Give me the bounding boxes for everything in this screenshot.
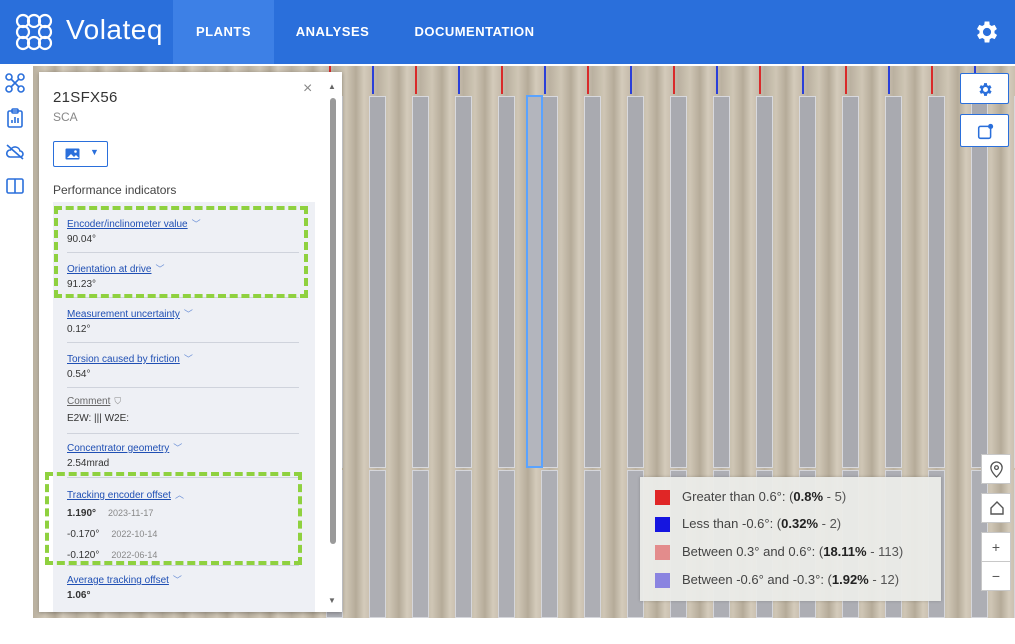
left-tool-bar (0, 64, 30, 644)
row-drive-marker (501, 66, 503, 94)
caret-down-icon: ▼ (90, 147, 99, 157)
indicator-average-tracking-offset: Average tracking offset ﹀ 1.06° (67, 573, 299, 609)
collector-row[interactable] (842, 96, 859, 468)
row-details-panel: 21SFX56 SCA × ▼ Performance indicators E… (39, 72, 342, 612)
tab-documentation[interactable]: DOCUMENTATION (402, 0, 547, 64)
zoom-out-button[interactable]: − (981, 561, 1011, 591)
collector-row[interactable] (412, 470, 429, 618)
clipboard-report-icon[interactable] (5, 108, 25, 128)
chevron-down-icon: ﹀ (183, 354, 193, 364)
collector-row[interactable] (928, 96, 945, 468)
legend-swatch (655, 490, 670, 505)
location-pin-button[interactable] (981, 454, 1011, 484)
row-drive-marker (587, 66, 589, 94)
collector-row[interactable] (799, 96, 816, 468)
top-navigation-bar: Volateq PLANTS ANALYSES DOCUMENTATION (0, 0, 1015, 64)
collector-row[interactable] (412, 96, 429, 468)
row-drive-marker (673, 66, 675, 94)
gear-icon (979, 83, 992, 96)
indicator-value: 0.12° (67, 324, 91, 335)
drone-icon[interactable] (5, 73, 25, 93)
scroll-down-arrow-icon[interactable]: ▼ (328, 596, 336, 605)
panel-subtitle: SCA (53, 110, 78, 124)
row-drive-marker (415, 66, 417, 94)
indicator-value: 1.06° (67, 590, 91, 601)
legend-swatch (655, 573, 670, 588)
performance-indicators-heading: Performance indicators (53, 183, 177, 197)
row-drive-marker (845, 66, 847, 94)
indicator-value: 0.54° (67, 369, 91, 380)
indicator-label[interactable]: Torsion caused by friction ﹀ (67, 352, 193, 365)
chevron-down-icon: ﹀ (183, 309, 193, 319)
shield-icon: ⛉ (114, 396, 122, 406)
highlight-box (54, 206, 308, 298)
tab-plants[interactable]: PLANTS (173, 0, 274, 64)
collector-row[interactable] (885, 96, 902, 468)
close-icon[interactable]: × (303, 80, 312, 98)
map-settings-button[interactable] (960, 73, 1009, 104)
collector-row[interactable] (369, 96, 386, 468)
row-drive-marker (759, 66, 761, 94)
scrollbar-thumb[interactable] (330, 98, 336, 544)
collector-row[interactable] (498, 470, 515, 618)
tab-analyses[interactable]: ANALYSES (285, 0, 380, 64)
collector-row[interactable] (541, 470, 558, 618)
collector-row[interactable] (627, 96, 644, 468)
chevron-down-icon: ﹀ (173, 443, 183, 453)
indicator-value: E2W: ||| W2E: (67, 413, 130, 424)
collector-row[interactable] (584, 96, 601, 468)
collector-row[interactable] (498, 96, 515, 468)
location-pin-icon (990, 461, 1003, 478)
indicator-torsion-friction: Torsion caused by friction ﹀ 0.54° (67, 352, 299, 388)
indicator-measurement-uncertainty: Measurement uncertainty ﹀ 0.12° (67, 307, 299, 343)
map-open-external-button[interactable] (960, 114, 1009, 147)
legend-swatch (655, 517, 670, 532)
panel-title: 21SFX56 (53, 89, 118, 106)
chevron-down-icon: ﹀ (172, 575, 182, 585)
row-drive-marker (888, 66, 890, 94)
collector-row[interactable] (971, 96, 988, 468)
collector-row[interactable] (713, 96, 730, 468)
row-drive-marker (716, 66, 718, 94)
home-icon (990, 501, 1004, 515)
row-drive-marker (372, 66, 374, 94)
row-drive-marker (458, 66, 460, 94)
zoom-in-button[interactable]: + (981, 532, 1011, 562)
brand-name: Volateq (66, 14, 163, 45)
row-drive-marker (802, 66, 804, 94)
panel-scrollbar[interactable]: ▲ ▼ (328, 82, 338, 607)
collector-row[interactable] (455, 470, 472, 618)
home-view-button[interactable] (981, 493, 1011, 523)
open-in-window-icon (977, 123, 994, 140)
collector-row[interactable] (584, 470, 601, 618)
indicator-label[interactable]: Concentrator geometry ﹀ (67, 441, 182, 454)
indicator-comment: Comment ⛉ E2W: ||| W2E: (67, 396, 299, 434)
indicator-label[interactable]: Measurement uncertainty ﹀ (67, 307, 193, 320)
scroll-up-arrow-icon[interactable]: ▲ (328, 82, 336, 91)
legend-swatch (655, 545, 670, 560)
collector-row[interactable] (670, 96, 687, 468)
settings-gear-icon[interactable] (973, 18, 1001, 46)
split-view-icon[interactable] (5, 176, 25, 196)
selected-collector-row[interactable] (526, 95, 543, 468)
row-drive-marker (630, 66, 632, 94)
row-drive-marker (544, 66, 546, 94)
collector-row[interactable] (756, 96, 773, 468)
collector-row[interactable] (369, 470, 386, 618)
map-legend: Greater than 0.6°: (0.8% - 5) Less than … (640, 477, 941, 601)
row-drive-marker (931, 66, 933, 94)
indicator-label[interactable]: Comment ⛉ (67, 396, 121, 407)
collector-row[interactable] (541, 96, 558, 468)
indicator-label[interactable]: Average tracking offset ﹀ (67, 573, 182, 586)
cloud-off-icon[interactable] (5, 142, 25, 162)
highlight-box (45, 472, 302, 565)
volateq-logo-icon (15, 13, 53, 51)
image-layer-dropdown[interactable]: ▼ (53, 141, 108, 167)
indicator-value: 2.54mrad (67, 458, 110, 469)
collector-row[interactable] (455, 96, 472, 468)
image-icon (65, 148, 80, 160)
